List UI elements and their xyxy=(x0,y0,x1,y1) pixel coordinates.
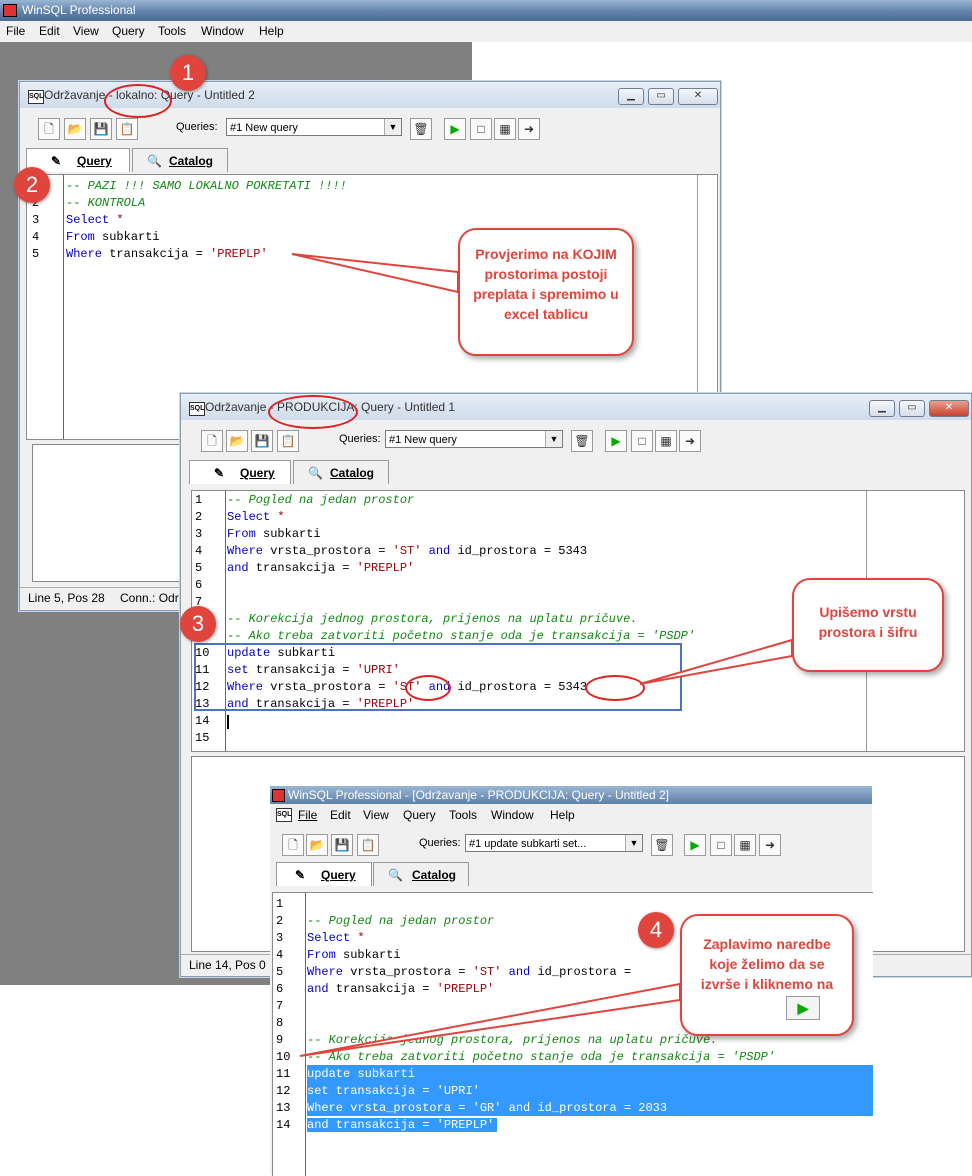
pointer-callout-2 xyxy=(639,638,793,685)
callout-text: Upišemo vrstu prostora i šifru xyxy=(818,604,918,640)
pointer-callout-1 xyxy=(291,253,459,294)
run-play-icon: ▶ xyxy=(786,996,820,1020)
step-badge-4: 4 xyxy=(638,912,674,948)
callout-zaplavimo: Zaplavimo naredbe koje želimo da se izvr… xyxy=(680,914,854,1036)
pointer-callout-4 xyxy=(299,982,681,1057)
callout-provjerimo: Provjerimo na KOJIM prostorima postoji p… xyxy=(458,228,634,356)
callout-text: Provjerimo na KOJIM prostorima postoji p… xyxy=(473,246,619,322)
step-badge-2: 2 xyxy=(14,167,50,203)
callout-upisemo: Upišemo vrstu prostora i šifru xyxy=(792,578,944,672)
callout-text: Zaplavimo naredbe koje želimo da se izvr… xyxy=(700,936,834,992)
step-badge-3: 3 xyxy=(180,606,216,642)
step-badge-1: 1 xyxy=(170,55,206,91)
